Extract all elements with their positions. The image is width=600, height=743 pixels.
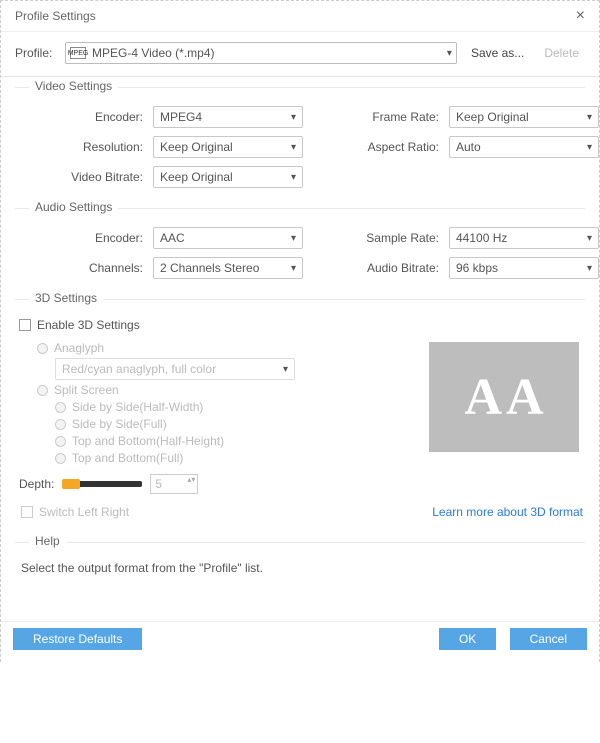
help-section: Help Select the output format from the "… [15, 542, 585, 615]
audio-settings-section: Audio Settings Encoder: AAC▾ Sample Rate… [15, 208, 585, 289]
sbs-half-radio [55, 402, 66, 413]
3d-settings-section: 3D Settings Enable 3D Settings Anaglyph … [15, 299, 585, 532]
dialog-title: Profile Settings [15, 9, 96, 23]
switch-lr-label: Switch Left Right [39, 505, 129, 519]
channels-select[interactable]: 2 Channels Stereo▾ [153, 257, 303, 279]
chevron-down-icon: ▾ [587, 263, 592, 274]
3d-settings-title: 3D Settings [29, 291, 103, 305]
depth-label: Depth: [19, 477, 54, 491]
chevron-down-icon: ▾ [291, 112, 296, 123]
channels-label: Channels: [15, 261, 145, 275]
mpeg-icon: MPEG [70, 47, 86, 59]
tab-full-radio [55, 453, 66, 464]
close-icon[interactable]: × [572, 7, 589, 25]
chevron-down-icon: ▾ [291, 142, 296, 153]
chevron-down-icon: ▾ [587, 233, 592, 244]
split-screen-radio-row: Split Screen [37, 383, 419, 397]
video-encoder-select[interactable]: MPEG4▾ [153, 106, 303, 128]
cancel-button[interactable]: Cancel [510, 628, 587, 650]
footer: Restore Defaults OK Cancel [1, 621, 599, 662]
video-settings-section: Video Settings Encoder: MPEG4▾ Frame Rat… [15, 87, 585, 198]
help-title: Help [29, 534, 66, 548]
video-bitrate-label: Video Bitrate: [15, 170, 145, 184]
resolution-select[interactable]: Keep Original▾ [153, 136, 303, 158]
anaglyph-mode-select: Red/cyan anaglyph, full color▾ [55, 358, 295, 380]
split-screen-radio [37, 385, 48, 396]
save-as-button[interactable]: Save as... [465, 44, 530, 62]
chevron-down-icon: ▾ [587, 142, 592, 153]
sample-rate-label: Sample Rate: [311, 231, 441, 245]
frame-rate-select[interactable]: Keep Original▾ [449, 106, 599, 128]
profile-row: Profile: MPEG MPEG-4 Video (*.mp4) ▾ Sav… [1, 32, 599, 77]
audio-encoder-select[interactable]: AAC▾ [153, 227, 303, 249]
titlebar: Profile Settings × [1, 1, 599, 32]
aspect-ratio-select[interactable]: Auto▾ [449, 136, 599, 158]
profile-value: MPEG-4 Video (*.mp4) [92, 46, 215, 60]
enable-3d-checkbox[interactable] [19, 319, 31, 331]
enable-3d-label: Enable 3D Settings [37, 318, 140, 332]
delete-button: Delete [538, 44, 585, 62]
video-encoder-label: Encoder: [15, 110, 145, 124]
restore-defaults-button[interactable]: Restore Defaults [13, 628, 142, 650]
chevron-down-icon: ▾ [587, 112, 592, 123]
profile-select[interactable]: MPEG MPEG-4 Video (*.mp4) ▾ [65, 42, 457, 64]
aspect-ratio-label: Aspect Ratio: [311, 140, 441, 154]
preview-glyph-left: A [464, 368, 502, 427]
sbs-full-radio [55, 419, 66, 430]
chevron-down-icon: ▾ [447, 48, 452, 59]
profile-label: Profile: [15, 46, 57, 60]
anaglyph-radio [37, 343, 48, 354]
frame-rate-label: Frame Rate: [311, 110, 441, 124]
chevron-down-icon: ▾ [291, 263, 296, 274]
depth-slider [62, 481, 142, 487]
sample-rate-select[interactable]: 44100 Hz▾ [449, 227, 599, 249]
learn-more-3d-link[interactable]: Learn more about 3D format [432, 505, 583, 519]
split-screen-label: Split Screen [54, 383, 119, 397]
audio-bitrate-select[interactable]: 96 kbps▾ [449, 257, 599, 279]
audio-settings-title: Audio Settings [29, 200, 118, 214]
ok-button[interactable]: OK [439, 628, 496, 650]
spinner-arrows-icon: ▴▾ [187, 476, 195, 484]
chevron-down-icon: ▾ [283, 364, 288, 375]
anaglyph-label: Anaglyph [54, 341, 104, 355]
resolution-label: Resolution: [15, 140, 145, 154]
help-text: Select the output format from the "Profi… [15, 557, 585, 615]
anaglyph-radio-row: Anaglyph [37, 341, 419, 355]
3d-preview: A A [429, 342, 579, 452]
switch-lr-checkbox [21, 506, 33, 518]
preview-glyph-right: A [506, 368, 544, 427]
audio-bitrate-label: Audio Bitrate: [311, 261, 441, 275]
video-settings-title: Video Settings [29, 79, 118, 93]
profile-settings-dialog: Profile Settings × Profile: MPEG MPEG-4 … [0, 0, 600, 662]
audio-encoder-label: Encoder: [15, 231, 145, 245]
tab-half-radio [55, 436, 66, 447]
depth-spinner: 5 ▴▾ [150, 474, 198, 494]
chevron-down-icon: ▾ [291, 233, 296, 244]
video-bitrate-select[interactable]: Keep Original▾ [153, 166, 303, 188]
chevron-down-icon: ▾ [291, 172, 296, 183]
